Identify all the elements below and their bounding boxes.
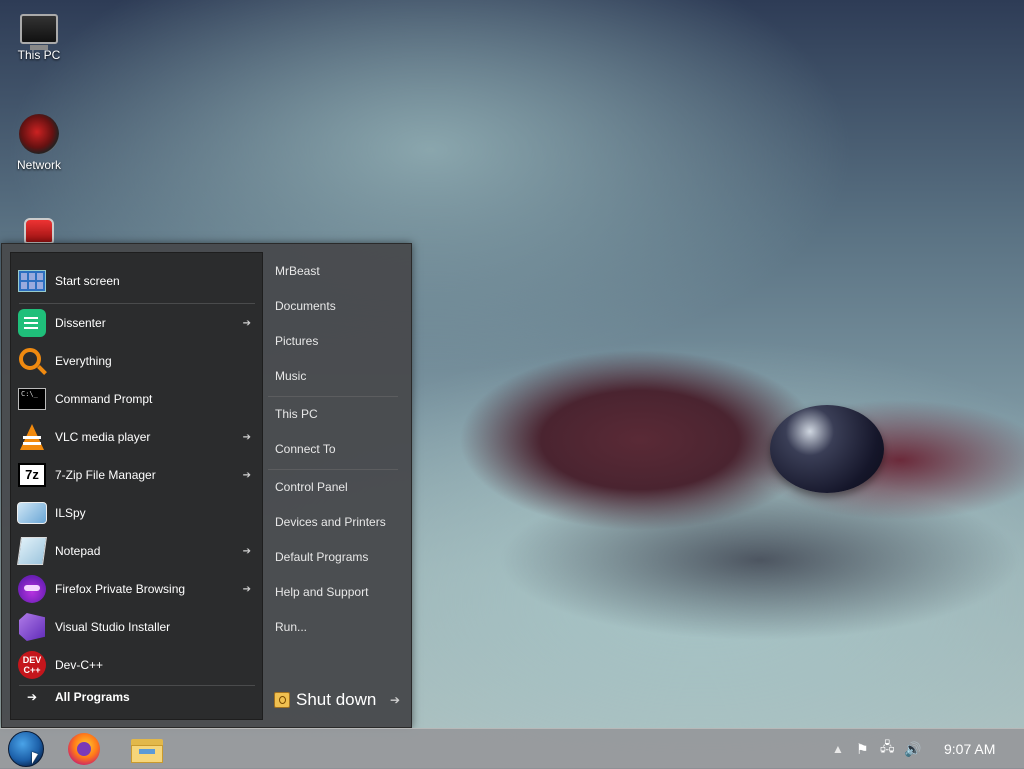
volume-icon[interactable]: 🔊 <box>904 729 921 769</box>
red-device-icon <box>24 218 54 244</box>
program-label: VLC media player <box>55 430 151 444</box>
program-label: Notepad <box>55 544 101 558</box>
connect-to-link[interactable]: Connect To <box>275 437 395 461</box>
everything-search-icon <box>17 346 47 376</box>
7zip-icon: 7z <box>17 460 47 490</box>
separator <box>268 396 398 397</box>
program-label: 7-Zip File Manager <box>55 468 156 482</box>
start-screen-icon <box>17 266 47 296</box>
program-label: ILSpy <box>55 506 86 520</box>
firefox-private-icon <box>17 574 47 604</box>
arrow-right-icon: ➔ <box>26 690 38 704</box>
program-item-notepad[interactable]: Notepad ➔ <box>17 533 257 569</box>
all-programs-label: All Programs <box>55 690 130 704</box>
network-icon[interactable]: 🖧 <box>880 729 895 769</box>
chevron-up-icon[interactable]: ▲ <box>832 729 844 769</box>
program-item-everything[interactable]: Everything <box>17 343 257 379</box>
control-panel-link[interactable]: Control Panel <box>275 475 395 499</box>
computer-icon <box>20 14 58 50</box>
visual-studio-installer-icon <box>17 612 47 642</box>
program-item-vs-installer[interactable]: Visual Studio Installer <box>17 609 257 645</box>
program-item-7zip[interactable]: 7z 7-Zip File Manager ➔ <box>17 457 257 493</box>
program-item-vlc[interactable]: VLC media player ➔ <box>17 419 257 455</box>
start-menu: Start screen Dissenter ➔ Everything C:\_… <box>1 243 412 728</box>
mouse-cursor-icon <box>32 751 38 767</box>
devices-printers-link[interactable]: Devices and Printers <box>275 510 395 534</box>
submenu-arrow-icon: ➔ <box>242 469 251 481</box>
user-folder-link[interactable]: MrBeast <box>275 259 395 283</box>
separator <box>268 469 398 470</box>
ilspy-icon <box>17 498 47 528</box>
program-label: Everything <box>55 354 112 368</box>
command-prompt-icon: C:\_ <box>17 384 47 414</box>
program-item-command-prompt[interactable]: C:\_ Command Prompt <box>17 381 257 417</box>
devcpp-icon: DEV C++ <box>17 650 47 680</box>
all-programs-button[interactable]: ➔ All Programs <box>17 683 257 711</box>
program-label: Dev-C++ <box>55 658 104 672</box>
shutdown-button[interactable]: Shut down <box>274 686 376 714</box>
shutdown-label: Shut down <box>296 690 377 709</box>
desktop-icon-device[interactable] <box>3 204 75 248</box>
documents-link[interactable]: Documents <box>275 294 395 318</box>
start-screen-item[interactable]: Start screen <box>17 263 257 299</box>
program-item-ilspy[interactable]: ILSpy <box>17 495 257 531</box>
dissenter-icon <box>17 308 47 338</box>
program-label: Visual Studio Installer <box>55 620 171 634</box>
vlc-icon <box>17 422 47 452</box>
desktop-icon-this-pc[interactable]: This PC <box>3 8 75 62</box>
program-item-devcpp[interactable]: DEV C++ Dev-C++ <box>17 647 257 683</box>
clock[interactable]: 9:07 AM <box>944 729 995 769</box>
help-support-link[interactable]: Help and Support <box>275 580 395 604</box>
wallpaper-water-drop <box>770 405 884 493</box>
shutdown-options-arrow-icon[interactable]: ➔ <box>390 688 400 712</box>
start-orb-button[interactable] <box>8 731 44 767</box>
submenu-arrow-icon: ➔ <box>242 317 251 329</box>
default-programs-link[interactable]: Default Programs <box>275 545 395 569</box>
run-link[interactable]: Run... <box>275 615 395 639</box>
submenu-arrow-icon: ➔ <box>242 431 251 443</box>
desktop-icon-label: Network <box>16 158 61 172</box>
submenu-arrow-icon: ➔ <box>242 583 251 595</box>
firefox-icon[interactable] <box>68 733 100 765</box>
desktop-icon-network[interactable]: Network <box>3 114 75 172</box>
shutdown-icon <box>274 692 290 708</box>
program-label: Command Prompt <box>55 392 153 406</box>
file-explorer-icon[interactable] <box>131 735 163 763</box>
music-link[interactable]: Music <box>275 364 395 388</box>
separator <box>19 303 255 304</box>
program-item-dissenter[interactable]: Dissenter ➔ <box>17 305 257 341</box>
start-screen-label: Start screen <box>55 274 120 288</box>
program-item-firefox-private[interactable]: Firefox Private Browsing ➔ <box>17 571 257 607</box>
pictures-link[interactable]: Pictures <box>275 329 395 353</box>
notepad-icon <box>17 536 47 566</box>
flag-icon[interactable]: ⚑ <box>856 729 869 769</box>
submenu-arrow-icon: ➔ <box>242 545 251 557</box>
taskbar: ▲ ⚑ 🖧 🔊 9:07 AM <box>0 728 1024 769</box>
network-icon <box>19 114 59 154</box>
program-label: Dissenter <box>55 316 106 330</box>
desktop-icon-label: This PC <box>17 48 61 62</box>
this-pc-link[interactable]: This PC <box>275 402 395 426</box>
program-label: Firefox Private Browsing <box>55 582 186 596</box>
start-menu-programs-panel: Start screen Dissenter ➔ Everything C:\_… <box>10 252 263 720</box>
